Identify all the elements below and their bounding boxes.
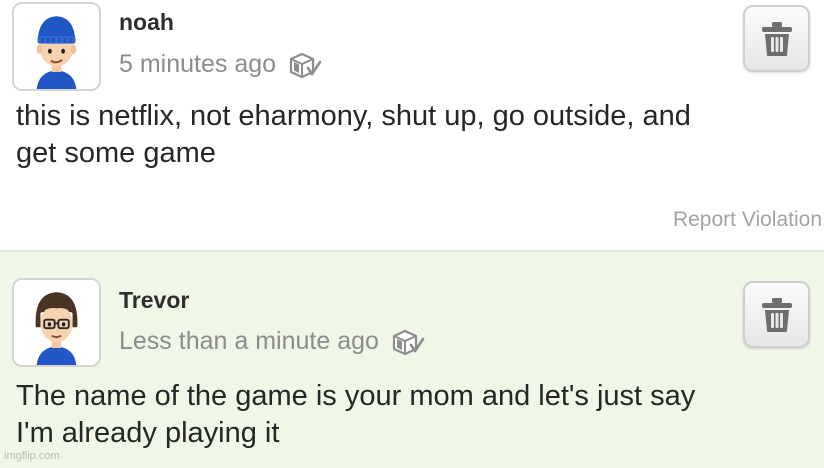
trash-icon	[762, 22, 792, 56]
trash-icon	[762, 298, 792, 332]
comment-line: The name of the game is your mom and let…	[16, 380, 696, 412]
avatar[interactable]	[12, 2, 101, 91]
author-name[interactable]: Trevor	[119, 287, 189, 314]
avatar[interactable]	[12, 278, 101, 367]
author-name[interactable]: noah	[119, 9, 174, 36]
comment-post-trevor: Trevor Less than a minute ago The name o…	[0, 250, 824, 468]
timestamp: Less than a minute ago	[119, 326, 379, 355]
delete-button[interactable]	[743, 281, 810, 348]
post-meta: 5 minutes ago	[119, 49, 322, 79]
comment-line: this is netflix, not eharmony, shut up, …	[16, 100, 691, 132]
comment-line: get some game	[16, 137, 216, 169]
report-violation-link[interactable]: Report Violation	[673, 208, 822, 232]
spoiler-box-check-icon	[288, 49, 322, 79]
comment-body: this is netflix, not eharmony, shut up, …	[16, 98, 816, 172]
watermark: imgflip.com	[4, 450, 60, 462]
comment-body: The name of the game is your mom and let…	[16, 378, 816, 452]
spoiler-box-check-icon	[391, 326, 425, 356]
comment-post-noah: noah 5 minutes ago this is netflix, not …	[0, 0, 824, 250]
comment-line: I'm already playing it	[16, 417, 280, 449]
mii-avatar-icon	[14, 280, 99, 365]
timestamp: 5 minutes ago	[119, 49, 277, 78]
post-meta: Less than a minute ago	[119, 326, 425, 356]
mii-avatar-icon	[14, 4, 99, 89]
delete-button[interactable]	[743, 5, 810, 72]
